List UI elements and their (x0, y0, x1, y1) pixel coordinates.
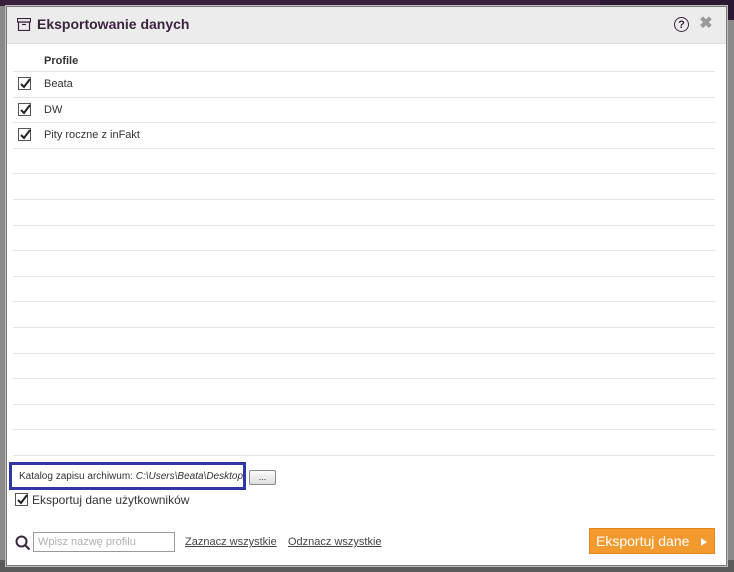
profile-row[interactable] (13, 405, 715, 431)
profile-search-input[interactable] (33, 532, 175, 552)
checkmark-icon (20, 78, 31, 89)
export-users-checkbox[interactable] (15, 493, 28, 506)
profile-row[interactable]: Beata (13, 72, 715, 98)
profile-row[interactable] (13, 251, 715, 277)
profile-row[interactable] (13, 174, 715, 200)
profile-row[interactable]: Pity roczne z inFakt (13, 123, 715, 149)
profile-name: Pity roczne z inFakt (44, 129, 140, 142)
profiles-table: Profile Beata DW Pity roczne z inFakt (13, 51, 715, 456)
profile-row[interactable]: DW (13, 98, 715, 124)
search-icon (15, 535, 31, 551)
export-data-dialog: Eksportowanie danych ? ✖ Profile Beata DW… (6, 6, 727, 566)
deselect-all-link[interactable]: Odznacz wszystkie (288, 536, 382, 548)
profile-row[interactable] (13, 226, 715, 252)
profile-row[interactable] (13, 277, 715, 303)
profile-row[interactable] (13, 354, 715, 380)
profile-checkbox[interactable] (18, 102, 31, 116)
profile-checkbox[interactable] (18, 77, 31, 90)
dialog-titlebar: Eksportowanie danych ? ✖ (7, 7, 726, 44)
catalog-path-highlight: Katalog zapisu archiwum: C:\Users\Beata\… (9, 462, 246, 490)
profiles-column-header: Profile (13, 51, 715, 72)
profile-row[interactable] (13, 149, 715, 175)
checkmark-icon (17, 494, 28, 505)
play-arrow-icon (701, 538, 707, 546)
profile-name: DW (44, 103, 63, 116)
catalog-label-line: Katalog zapisu archiwum: C:\Users\Beata\… (19, 471, 243, 482)
export-data-button-label: Eksportuj dane (596, 533, 690, 549)
select-all-link[interactable]: Zaznacz wszystkie (185, 536, 277, 548)
catalog-path: C:\Users\Beata\Desktop (135, 471, 243, 482)
export-data-button[interactable]: Eksportuj dane (589, 528, 715, 554)
browse-folder-button[interactable]: ... (249, 470, 276, 485)
close-icon[interactable]: ✖ (699, 15, 713, 33)
export-users-label: Eksportuj dane użytkowników (32, 493, 190, 507)
dialog-title: Eksportowanie danych (37, 16, 190, 32)
profile-row[interactable] (13, 200, 715, 226)
profile-row[interactable] (13, 430, 715, 456)
checkmark-icon (20, 103, 31, 115)
catalog-label: Katalog zapisu archiwum: (19, 471, 133, 482)
archive-box-icon (17, 18, 31, 31)
profile-name: Beata (44, 78, 73, 90)
profile-row[interactable] (13, 328, 715, 354)
profile-row[interactable] (13, 379, 715, 405)
checkmark-icon (20, 129, 31, 140)
profile-checkbox[interactable] (18, 128, 31, 142)
help-icon[interactable]: ? (674, 17, 689, 32)
profile-row[interactable] (13, 302, 715, 328)
